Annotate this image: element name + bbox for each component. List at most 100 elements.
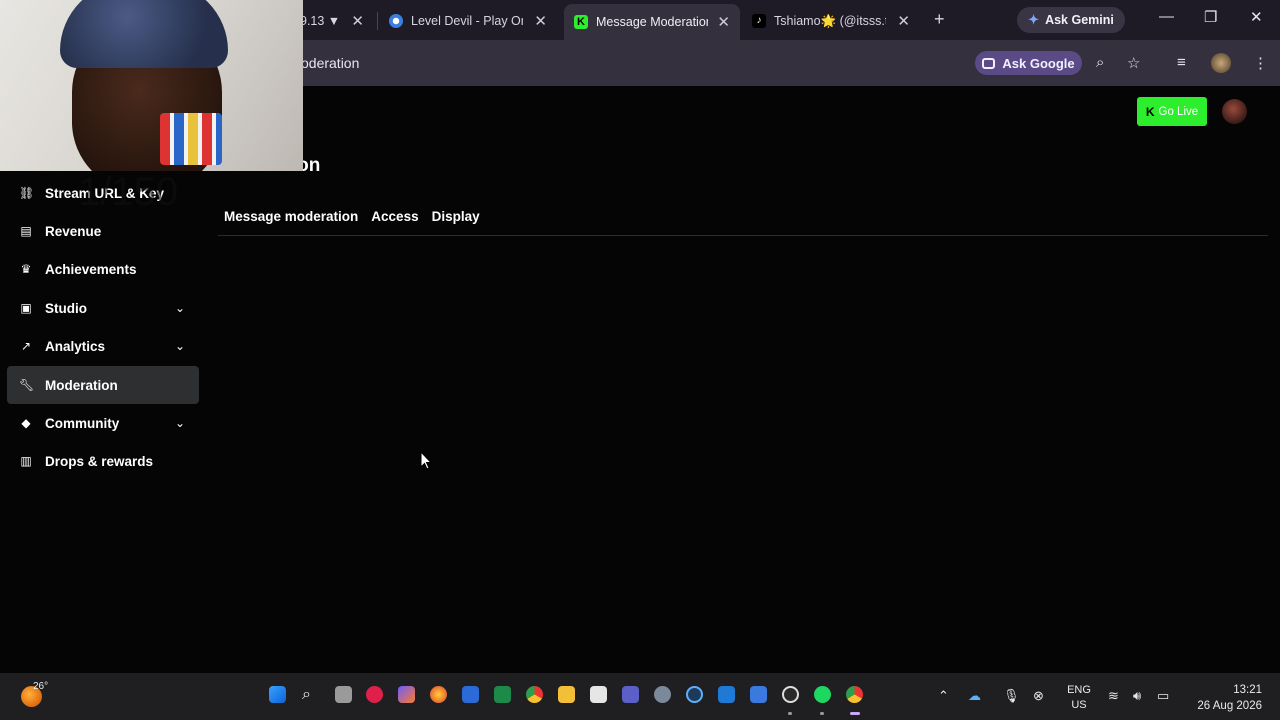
chevron-down-icon: ⌄ [174,301,185,315]
tabs-divider [218,235,1268,236]
chevron-up-icon[interactable]: ⌃ [938,688,949,704]
calculator-icon[interactable] [590,686,607,703]
active-indicator [850,712,860,715]
sidebar-item-drops-rewards[interactable]: ▥ Drops & rewards [7,442,199,480]
tab-title: 9.13 ▼ [300,14,341,28]
browser-tab[interactable]: ♪ Tshiamo🌟 (@itsss.t ✕ [752,6,920,36]
photos-icon[interactable] [430,686,447,703]
browser-tab[interactable]: 9.13 ▼ ✕ [300,6,374,36]
copilot-icon[interactable] [398,686,415,703]
sidebar-item-label: Moderation [45,377,118,393]
tab-separator [377,12,378,30]
community-icon: ◆ [21,416,31,430]
zoom-icon[interactable]: ⌕ [1096,54,1104,71]
tab-title: Message Moderation [596,15,708,29]
sidebar-item-label: Revenue [45,223,102,239]
windows-start-icon[interactable] [269,686,286,703]
wrench-icon: 🔧︎ [19,378,35,392]
battery-icon[interactable]: ▭ [1157,688,1169,704]
chevron-down-icon: ⌄ [174,416,185,430]
close-tab-icon[interactable]: ✕ [534,12,547,30]
new-tab-icon[interactable]: + [934,9,945,30]
sidebar-item-analytics[interactable]: ↗ Analytics ⌄ [7,327,199,365]
restore-icon[interactable]: ❐ [1204,8,1217,26]
minimize-icon[interactable]: — [1159,8,1174,25]
microphone-icon[interactable]: 🎙︎ [1003,688,1020,704]
task-view-icon[interactable] [335,686,352,703]
revenue-icon: ▤ [20,224,32,238]
browser-tab-active[interactable]: K Message Moderation ✕ [564,4,740,40]
taskbar-clock[interactable]: 13:21 26 Aug 2026 [1192,682,1262,714]
network-status-icon[interactable]: ⊗ [1033,688,1044,704]
studio-icon: ▣ [20,301,32,315]
sidebar-item-label: Analytics [45,338,106,354]
clock-date: 26 Aug 2026 [1197,700,1262,712]
address-bar[interactable]: oderation [301,55,359,71]
tab-display[interactable]: Display [432,209,480,224]
sidebar-item-revenue[interactable]: ▤ Revenue [7,212,199,250]
chrome-active-icon[interactable] [846,686,863,703]
profile-avatar-icon[interactable] [1211,53,1231,73]
webcam-overlay-text: 1/150 [78,170,179,214]
ask-google-button[interactable]: Ask Google [975,51,1082,75]
sidebar-item-studio[interactable]: ▣ Studio ⌄ [7,289,199,327]
onedrive-icon[interactable]: ☁ [968,688,981,704]
settings-app-icon[interactable] [654,686,671,703]
language-code: ENG [1067,684,1091,696]
ask-google-label: Ask Google [1002,55,1075,71]
spotify-icon[interactable] [814,686,831,703]
clock-time: 13:21 [1233,684,1262,696]
go-live-label: Go Live [1158,105,1199,118]
tab-title: Tshiamo🌟 (@itsss.t [774,13,886,28]
weather-temperature: 26° [33,681,49,692]
ask-gemini-label: Ask Gemini [1045,13,1114,27]
moderation-tabs: Message moderation Access Display [224,209,480,224]
tiktok-icon: ♪ [752,14,766,28]
search-icon[interactable]: ⌕ [302,686,311,704]
mail-icon[interactable] [750,686,767,703]
chrome-icon[interactable] [526,686,543,703]
sidebar-item-achievements[interactable]: ♛ Achievements [7,250,199,288]
browser-tab[interactable]: Level Devil - Play Onl ✕ [389,6,557,36]
app-icon[interactable] [686,686,703,703]
globe-icon [389,14,403,28]
sidebar-item-label: Studio [45,300,87,316]
wifi-icon[interactable]: ≋ [1108,688,1119,704]
close-tab-icon[interactable]: ✕ [897,12,910,30]
sidebar-item-label: Achievements [45,261,137,277]
vscode-icon[interactable] [718,686,735,703]
media-control-icon[interactable]: ≡ [1177,54,1186,71]
ask-gemini-button[interactable]: ✦ Ask Gemini [1017,7,1125,33]
sidebar-item-label: Community [45,415,120,431]
close-window-icon[interactable]: ✕ [1250,8,1263,26]
word-icon[interactable] [462,686,479,703]
mouse-cursor-icon [420,451,432,470]
bookmark-star-icon[interactable]: ☆ [1127,54,1140,72]
go-live-button[interactable]: K Go Live [1137,97,1207,126]
teams-icon[interactable] [622,686,639,703]
user-avatar[interactable] [1222,99,1247,124]
sidebar-item-community[interactable]: ◆ Community ⌄ [7,404,199,442]
close-tab-icon[interactable]: ✕ [351,12,364,30]
language-indicator[interactable]: ENG US [1067,683,1091,713]
tab-access[interactable]: Access [371,209,418,224]
running-indicator [820,712,824,715]
obs-icon[interactable] [782,686,799,703]
opera-icon[interactable] [366,686,383,703]
trophy-icon: ♛ [20,262,32,276]
close-tab-icon[interactable]: ✕ [717,13,730,31]
lens-icon [982,57,996,69]
sidebar-item-moderation[interactable]: 🔧︎ Moderation [7,366,199,404]
running-indicator [788,712,792,715]
kick-logo-icon: K [1145,104,1155,119]
excel-icon[interactable] [494,686,511,703]
file-explorer-icon[interactable] [558,686,575,703]
webcam-overlay [0,0,303,171]
tab-message-moderation[interactable]: Message moderation [224,209,358,224]
region-code: US [1071,699,1087,711]
drops-icon: ▥ [20,454,32,468]
tab-title: Level Devil - Play Onl [411,14,523,28]
volume-icon[interactable]: 🔊︎ [1133,688,1141,704]
menu-dots-icon[interactable]: ⋮ [1253,54,1268,72]
gemini-sparkle-icon: ✦ [1028,12,1040,27]
